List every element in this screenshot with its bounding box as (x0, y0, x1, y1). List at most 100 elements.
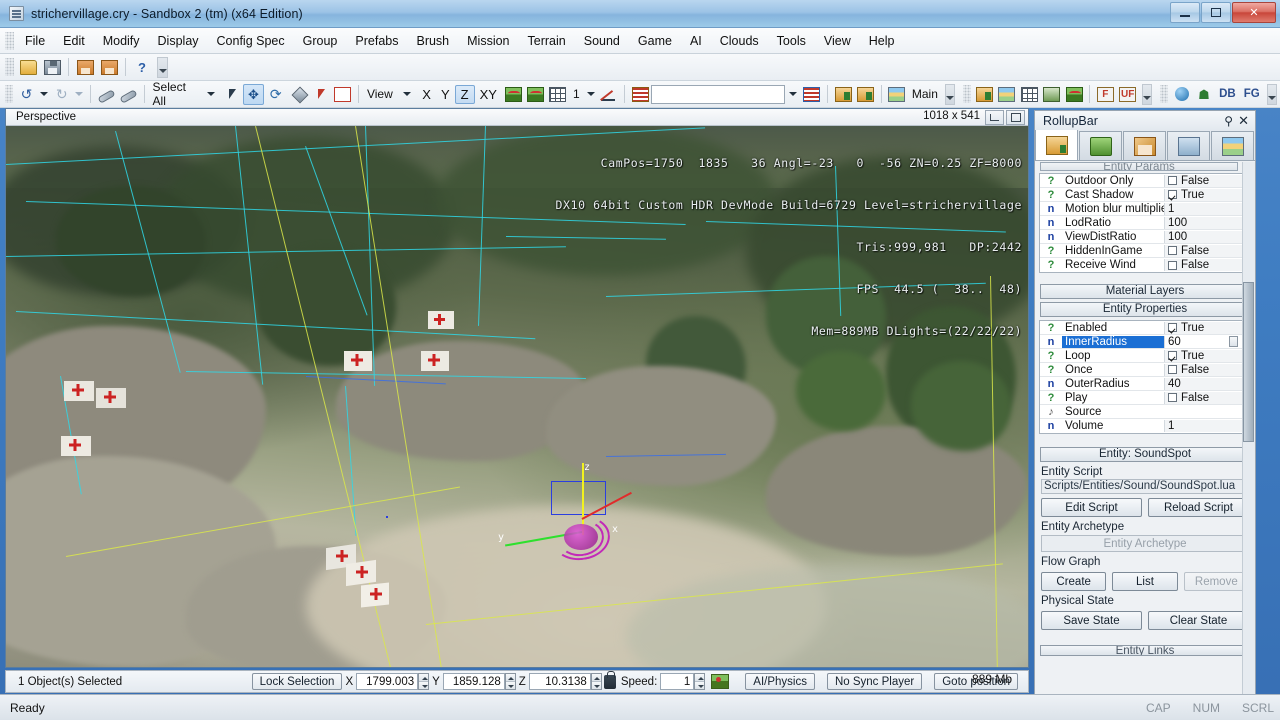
table-row[interactable]: n LodRatio 100 (1040, 216, 1250, 230)
angle-snap-button[interactable] (599, 84, 619, 105)
speed-spinner[interactable] (694, 673, 706, 690)
coord-system-dropdown[interactable] (398, 84, 417, 105)
speed-input[interactable]: 1 (660, 673, 695, 690)
save-button[interactable] (41, 57, 63, 78)
menu-display[interactable]: Display (149, 31, 208, 51)
constrain-xy-button[interactable]: XY (475, 87, 502, 102)
spinner-up-icon[interactable] (591, 674, 601, 682)
y-spinner[interactable] (504, 673, 516, 690)
select-mode-dropdown[interactable] (203, 84, 219, 105)
redo-button[interactable]: ↻ (52, 84, 72, 105)
ui-editor-button[interactable]: UF (1118, 84, 1138, 105)
spinner-down-icon[interactable] (419, 682, 429, 689)
tab-objects[interactable] (1035, 129, 1078, 160)
scale-tool[interactable] (288, 84, 309, 105)
table-row[interactable]: ? Loop True (1040, 349, 1250, 363)
check-level-button[interactable] (802, 84, 822, 105)
sync-player-button[interactable]: No Sync Player (826, 673, 923, 690)
ai-physics-button[interactable]: AI/Physics (745, 673, 815, 690)
prop-value[interactable]: 1 (1164, 420, 1250, 432)
edit-script-button[interactable]: Edit Script (1041, 498, 1142, 517)
material-editor-button[interactable] (997, 84, 1017, 105)
toolbar-overflow-button[interactable] (157, 56, 168, 78)
table-row[interactable]: ? Outdoor Only False (1040, 174, 1250, 188)
checkbox-icon[interactable] (1168, 323, 1177, 332)
link-button[interactable] (96, 84, 116, 105)
undo-button[interactable]: ↺ (16, 84, 36, 105)
rotate-tool[interactable]: ⟳ (266, 84, 286, 105)
export-button[interactable] (855, 84, 875, 105)
redo-dropdown-button[interactable] (74, 84, 85, 105)
x-spinner[interactable] (418, 673, 430, 690)
edit-toolbar-overflow-button[interactable] (944, 83, 956, 105)
table-row[interactable]: ? Cast Shadow True (1040, 188, 1250, 202)
select-tool[interactable] (221, 84, 241, 105)
minimize-button[interactable] (1170, 2, 1200, 23)
close-button[interactable]: ✕ (1232, 2, 1276, 23)
tab-display[interactable] (1167, 131, 1210, 160)
spinner-down-icon[interactable] (695, 682, 705, 689)
terrain-texture-button[interactable] (1064, 84, 1084, 105)
table-row-selected[interactable]: n InnerRadius 60 (1040, 335, 1250, 349)
menu-clouds[interactable]: Clouds (711, 31, 768, 51)
import-button[interactable] (833, 84, 853, 105)
menu-terrain[interactable]: Terrain (519, 31, 575, 51)
clear-state-button[interactable]: Clear State (1148, 611, 1249, 630)
tab-terrain[interactable] (1079, 131, 1122, 160)
fg-button[interactable]: FG (1240, 88, 1264, 100)
menu-config-spec[interactable]: Config Spec (208, 31, 294, 51)
open-database-view-button[interactable] (974, 84, 994, 105)
layers-button[interactable] (887, 84, 907, 105)
grid-snap-button[interactable] (548, 84, 568, 105)
select-area-tool[interactable] (333, 84, 353, 105)
undo-dropdown-button[interactable] (39, 84, 50, 105)
spinner-up-icon[interactable] (505, 674, 515, 682)
entity-script-path[interactable]: Scripts/Entities/Sound/SoundSpot.lua (1041, 479, 1249, 494)
maximize-viewport-button[interactable] (985, 110, 1004, 125)
flow-create-button[interactable]: Create (1041, 572, 1107, 591)
right-toolbar-overflow-1[interactable] (1141, 83, 1153, 105)
prop-value[interactable]: 40 (1164, 377, 1250, 390)
menu-view[interactable]: View (815, 31, 860, 51)
rollup-scrollbar[interactable] (1242, 162, 1255, 695)
spinner-down-icon[interactable] (591, 682, 601, 689)
menu-ai[interactable]: AI (681, 31, 711, 51)
constrain-x-button[interactable]: X (417, 87, 436, 102)
checkbox-icon[interactable] (1168, 190, 1177, 199)
checkbox-icon[interactable] (1168, 260, 1177, 270)
spinner-icon[interactable] (1229, 336, 1238, 347)
ai-debugger-button[interactable]: ☗ (1194, 84, 1214, 105)
prop-value[interactable]: 1 (1164, 202, 1250, 215)
x-coordinate-input[interactable]: 1799.003 (356, 673, 419, 690)
scrollbar-thumb[interactable] (1243, 282, 1254, 442)
lock-icon[interactable] (603, 670, 616, 689)
checkbox-icon[interactable] (1168, 246, 1177, 255)
layer-combo-input[interactable] (651, 84, 785, 104)
prop-value[interactable]: 100 (1164, 230, 1250, 243)
save-level-resources-button[interactable] (74, 57, 96, 78)
close-icon[interactable]: ✕ (1238, 113, 1249, 129)
table-row[interactable]: ? Play False (1040, 391, 1250, 405)
reload-script-button[interactable]: Reload Script (1148, 498, 1249, 517)
facial-editor-button[interactable]: F (1095, 84, 1115, 105)
grid-size-dropdown[interactable] (585, 84, 597, 105)
menu-file[interactable]: File (16, 31, 54, 51)
prop-value-editable[interactable]: 60 (1164, 335, 1250, 348)
checkbox-icon[interactable] (1168, 365, 1177, 374)
menu-game[interactable]: Game (629, 31, 681, 51)
move-tool[interactable]: ✥ (243, 83, 264, 105)
open-file-button[interactable] (17, 57, 39, 78)
terrain-map-icon[interactable] (711, 674, 730, 689)
pin-icon[interactable]: ⚲ (1224, 114, 1233, 128)
prop-value[interactable]: 100 (1164, 216, 1250, 229)
checkbox-icon[interactable] (1168, 351, 1177, 360)
spinner-down-icon[interactable] (505, 682, 515, 689)
goto-selection-button[interactable] (630, 84, 650, 105)
lock-selection-button[interactable]: Lock Selection (251, 673, 343, 690)
table-row[interactable]: ? HiddenInGame False (1040, 244, 1250, 258)
select-object-tool[interactable] (310, 84, 330, 105)
entity-params-header[interactable]: Entity Params (1040, 162, 1238, 171)
unlink-button[interactable] (118, 84, 138, 105)
entity-archetype-input[interactable]: Entity Archetype (1041, 535, 1249, 552)
terrain-snap-button[interactable] (503, 84, 523, 105)
